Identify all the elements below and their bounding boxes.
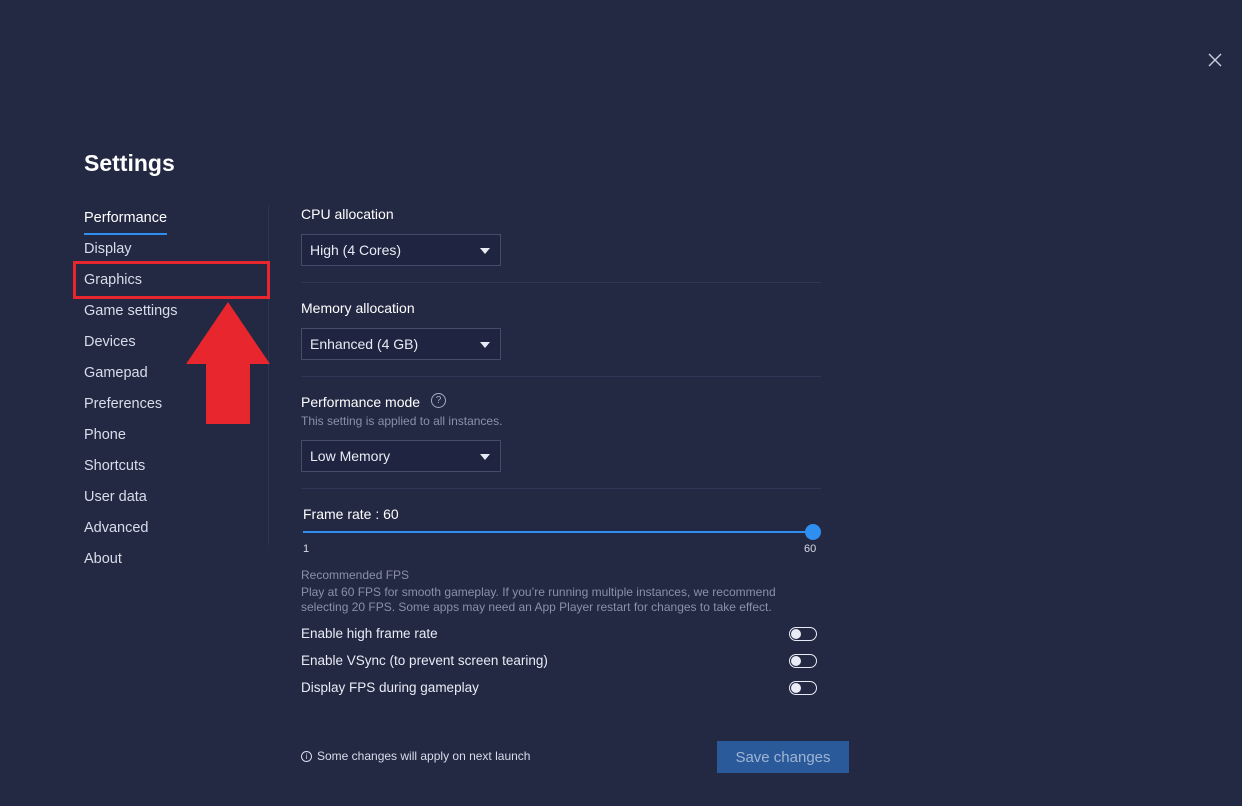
active-indicator — [84, 233, 168, 235]
slider-fill — [303, 531, 813, 533]
sidebar-item-label: Devices — [84, 334, 136, 350]
slider-max-label: 60 — [804, 543, 817, 555]
frame-rate-slider[interactable] — [303, 520, 821, 544]
dropdown-value: Enhanced (4 GB) — [310, 336, 419, 352]
toggle-knob — [791, 656, 801, 666]
sidebar-item-label: Advanced — [84, 520, 149, 536]
performance-mode-dropdown[interactable]: Low Memory — [301, 440, 501, 472]
annotation-highlight-box — [73, 261, 270, 299]
info-circle-icon: i — [301, 751, 312, 762]
display-fps-toggle[interactable] — [789, 681, 817, 695]
sidebar-item-about[interactable]: About — [84, 551, 122, 573]
sidebar-item-gamepad[interactable]: Gamepad — [84, 365, 148, 387]
toggle-label-vsync: Enable VSync (to prevent screen tearing) — [301, 653, 548, 668]
sidebar-item-label: Shortcuts — [84, 458, 146, 474]
section-divider — [301, 488, 821, 489]
vsync-toggle[interactable] — [789, 654, 817, 668]
sidebar-item-preferences[interactable]: Preferences — [84, 396, 162, 418]
sidebar-item-label: Phone — [84, 427, 126, 443]
question-circle-icon[interactable]: ? — [431, 393, 446, 408]
sidebar-item-label: Display — [84, 241, 132, 257]
toggle-label-display-fps: Display FPS during gameplay — [301, 680, 479, 695]
performance-panel: CPU allocation High (4 Cores) Memory all… — [301, 0, 821, 806]
slider-min-label: 1 — [303, 543, 310, 555]
section-divider — [301, 282, 821, 283]
sidebar-item-shortcuts[interactable]: Shortcuts — [84, 458, 145, 480]
slider-thumb[interactable] — [805, 524, 821, 540]
toggle-label-high-frame-rate: Enable high frame rate — [301, 626, 438, 641]
performance-mode-label: Performance mode — [301, 394, 421, 410]
section-divider — [301, 376, 821, 377]
red-up-arrow-icon — [186, 302, 270, 424]
recommended-fps-title: Recommended FPS — [301, 568, 410, 582]
toggle-knob — [791, 683, 801, 693]
close-icon[interactable] — [1206, 51, 1224, 69]
sidebar-item-phone[interactable]: Phone — [84, 427, 126, 449]
sidebar-item-game-settings[interactable]: Game settings — [84, 303, 178, 325]
recommended-fps-description: Play at 60 FPS for smooth gameplay. If y… — [301, 585, 776, 614]
sidebar-item-display[interactable]: Display — [84, 241, 132, 263]
memory-allocation-label: Memory allocation — [301, 300, 415, 316]
dropdown-value: Low Memory — [310, 448, 391, 464]
high-frame-rate-toggle[interactable] — [789, 627, 817, 641]
caret-down-icon — [480, 454, 490, 460]
restart-note: i Some changes will apply on next launch — [301, 749, 530, 763]
save-changes-button[interactable]: Save changes — [717, 741, 849, 773]
restart-note-text: Some changes will apply on next launch — [317, 749, 531, 763]
sidebar-item-advanced[interactable]: Advanced — [84, 520, 149, 542]
sidebar-item-label: User data — [84, 489, 147, 505]
memory-allocation-dropdown[interactable]: Enhanced (4 GB) — [301, 328, 501, 360]
sidebar-item-label: Preferences — [84, 396, 163, 412]
sidebar-item-label: Performance — [84, 210, 168, 226]
sidebar-item-user-data[interactable]: User data — [84, 489, 147, 511]
sidebar-item-devices[interactable]: Devices — [84, 334, 136, 356]
sidebar-item-label: Game settings — [84, 303, 178, 319]
sidebar-item-label: About — [84, 551, 122, 567]
dropdown-value: High (4 Cores) — [310, 242, 402, 258]
caret-down-icon — [480, 248, 490, 254]
cpu-allocation-label: CPU allocation — [301, 206, 394, 222]
sidebar-item-label: Gamepad — [84, 365, 148, 381]
performance-mode-sublabel: This setting is applied to all instances… — [301, 414, 503, 428]
caret-down-icon — [480, 342, 490, 348]
cpu-allocation-dropdown[interactable]: High (4 Cores) — [301, 234, 501, 266]
toggle-knob — [791, 629, 801, 639]
sidebar-item-performance[interactable]: Performance — [84, 210, 168, 235]
page-title: Settings — [84, 150, 175, 176]
